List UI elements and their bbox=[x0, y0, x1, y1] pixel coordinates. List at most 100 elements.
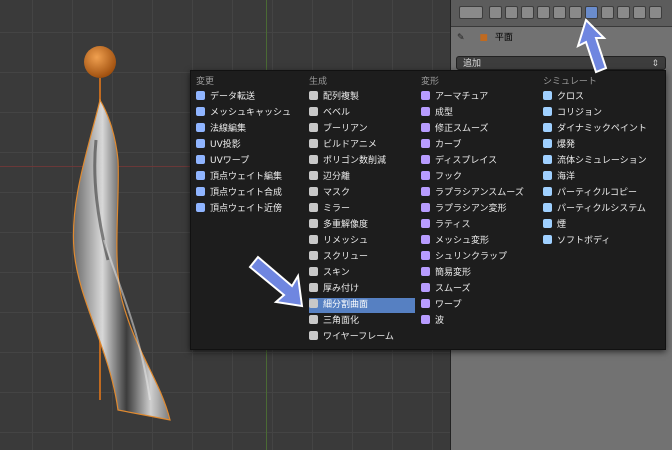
menu-item-label: ポリゴン数削減 bbox=[323, 156, 387, 166]
menu-item[interactable]: データ転送 bbox=[196, 90, 302, 105]
menu-item[interactable]: ラティス bbox=[421, 218, 527, 233]
object-tab-icon[interactable] bbox=[553, 6, 566, 19]
remesh-icon bbox=[309, 235, 318, 244]
menu-item-label: 多重解像度 bbox=[323, 220, 369, 230]
menu-item[interactable]: 修正スムーズ bbox=[421, 122, 527, 137]
menu-item[interactable]: シュリンクラップ bbox=[421, 250, 527, 265]
menu-item-label: 修正スムーズ bbox=[435, 124, 489, 134]
menu-item-label: 三角面化 bbox=[323, 316, 360, 326]
menu-item[interactable]: 辺分離 bbox=[309, 170, 415, 185]
menu-item[interactable]: 配列複製 bbox=[309, 90, 415, 105]
wireframe-icon bbox=[309, 331, 318, 340]
menu-item[interactable]: 多重解像度 bbox=[309, 218, 415, 233]
particle-system-icon bbox=[543, 203, 552, 212]
menu-item-label: 頂点ウェイト合成 bbox=[210, 188, 283, 198]
menu-item[interactable]: パーティクルコピー bbox=[543, 186, 661, 201]
menu-item[interactable]: カーブ bbox=[421, 138, 527, 153]
menu-item-label: 煙 bbox=[557, 220, 567, 230]
menu-item[interactable]: 細分割曲面 bbox=[309, 298, 415, 313]
menu-item-label: UVワープ bbox=[210, 156, 250, 166]
menu-item[interactable]: ミラー bbox=[309, 202, 415, 217]
menu-item[interactable]: UVワープ bbox=[196, 154, 302, 169]
menu-item[interactable]: メッシュ変形 bbox=[421, 234, 527, 249]
particles-tab-icon[interactable] bbox=[649, 6, 662, 19]
menu-item[interactable]: クロス bbox=[543, 90, 661, 105]
menu-item-label: メッシュキャッシュ bbox=[210, 108, 292, 118]
menu-item-label: スキン bbox=[323, 268, 350, 278]
menu-item-label: ソフトボディ bbox=[557, 236, 611, 246]
menu-item[interactable]: 流体シミュレーション bbox=[543, 154, 661, 169]
menu-item[interactable]: 頂点ウェイト近傍 bbox=[196, 202, 302, 217]
skin-icon bbox=[309, 267, 318, 276]
menu-item-label: スクリュー bbox=[323, 252, 369, 262]
menu-item[interactable]: ソフトボディ bbox=[543, 234, 661, 249]
soft-body-icon bbox=[543, 235, 552, 244]
menu-item[interactable]: 法線編集 bbox=[196, 122, 302, 137]
menu-item[interactable]: スキン bbox=[309, 266, 415, 281]
menu-item-label: 細分割曲面 bbox=[323, 300, 369, 310]
triangulate-icon bbox=[309, 315, 318, 324]
menu-item[interactable]: メッシュキャッシュ bbox=[196, 106, 302, 121]
menu-item[interactable]: 頂点ウェイト編集 bbox=[196, 170, 302, 185]
menu-item-label: 法線編集 bbox=[210, 124, 247, 134]
menu-item[interactable]: ダイナミックペイント bbox=[543, 122, 661, 137]
menu-item[interactable]: 海洋 bbox=[543, 170, 661, 185]
context-breadcrumb: ✎ ■ 平面 bbox=[457, 30, 667, 46]
menu-item[interactable]: 煙 bbox=[543, 218, 661, 233]
menu-item-label: 辺分離 bbox=[323, 172, 351, 182]
menu-item[interactable]: ラプラシアン変形 bbox=[421, 202, 527, 217]
menu-item[interactable]: ワイヤーフレーム bbox=[309, 330, 415, 345]
menu-item-label: コリジョン bbox=[557, 108, 603, 118]
menu-item[interactable]: 波 bbox=[421, 314, 527, 329]
menu-item[interactable]: 成型 bbox=[421, 106, 527, 121]
menu-item[interactable]: 爆発 bbox=[543, 138, 661, 153]
warp-icon bbox=[421, 299, 430, 308]
menu-item[interactable]: 簡易変形 bbox=[421, 266, 527, 281]
object-icon: ■ bbox=[479, 33, 488, 43]
menu-item-label: カーブ bbox=[435, 140, 462, 150]
corrective-smooth-icon bbox=[421, 123, 430, 132]
collision-icon bbox=[543, 107, 552, 116]
menu-item-label: ワープ bbox=[435, 300, 462, 310]
menu-item[interactable]: ワープ bbox=[421, 298, 527, 313]
menu-item[interactable]: スクリュー bbox=[309, 250, 415, 265]
menu-item[interactable]: ディスプレイス bbox=[421, 154, 527, 169]
editor-type-icon[interactable] bbox=[459, 6, 483, 19]
hook-icon bbox=[421, 171, 430, 180]
render-layers-tab-icon[interactable] bbox=[505, 6, 518, 19]
menu-item[interactable]: UV投影 bbox=[196, 138, 302, 153]
menu-item[interactable]: ビルドアニメ bbox=[309, 138, 415, 153]
menu-item-label: 配列複製 bbox=[323, 92, 360, 102]
menu-item-label: UV投影 bbox=[210, 140, 241, 150]
menu-item[interactable]: ポリゴン数削減 bbox=[309, 154, 415, 169]
smoke-icon bbox=[543, 219, 552, 228]
menu-item-label: リメッシュ bbox=[323, 236, 369, 246]
scene-tab-icon[interactable] bbox=[521, 6, 534, 19]
menu-item[interactable]: リメッシュ bbox=[309, 234, 415, 249]
menu-item-label: マスク bbox=[323, 188, 351, 198]
menu-item[interactable]: ベベル bbox=[309, 106, 415, 121]
menu-item[interactable]: マスク bbox=[309, 186, 415, 201]
menu-item-label: 簡易変形 bbox=[435, 268, 472, 278]
menu-item[interactable]: ブーリアン bbox=[309, 122, 415, 137]
add-modifier-dropdown[interactable]: 追加 ⇕ bbox=[456, 56, 666, 70]
menu-item[interactable]: パーティクルシステム bbox=[543, 202, 661, 217]
menu-item[interactable]: フック bbox=[421, 170, 527, 185]
solidify-icon bbox=[309, 283, 318, 292]
render-tab-icon[interactable] bbox=[489, 6, 502, 19]
menu-item-label: シュリンクラップ bbox=[435, 252, 508, 262]
vertex-weight-edit-icon bbox=[196, 171, 205, 180]
smooth-icon bbox=[421, 283, 430, 292]
pin-icon[interactable]: ✎ bbox=[457, 33, 465, 43]
menu-item[interactable]: 頂点ウェイト合成 bbox=[196, 186, 302, 201]
particle-instance-icon bbox=[543, 187, 552, 196]
texture-tab-icon[interactable] bbox=[633, 6, 646, 19]
menu-item[interactable]: コリジョン bbox=[543, 106, 661, 121]
menu-item-label: ワイヤーフレーム bbox=[323, 332, 394, 342]
world-tab-icon[interactable] bbox=[537, 6, 550, 19]
menu-item[interactable]: アーマチュア bbox=[421, 90, 527, 105]
menu-item[interactable]: 厚み付け bbox=[309, 282, 415, 297]
menu-item[interactable]: スムーズ bbox=[421, 282, 527, 297]
menu-item[interactable]: ラプラシアンスムーズ bbox=[421, 186, 527, 201]
menu-item[interactable]: 三角面化 bbox=[309, 314, 415, 329]
